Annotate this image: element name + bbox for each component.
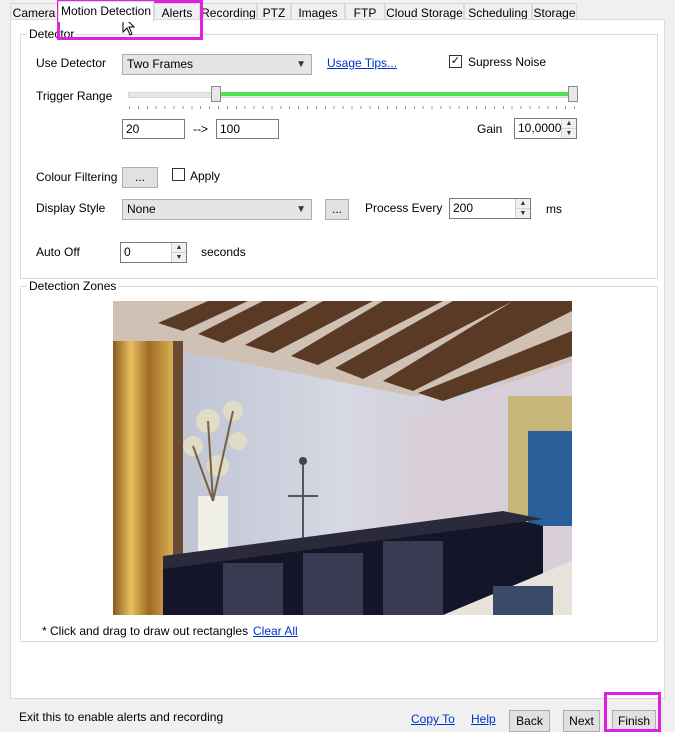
supress-noise-checkbox[interactable]: ✓ [449,55,462,68]
checkmark-icon: ✓ [450,55,461,67]
gain-label: Gain [477,122,503,136]
trigger-range-label: Trigger Range [36,89,113,103]
spin-up-icon[interactable]: ▲ [516,199,530,209]
auto-off-spin-buttons: ▲ ▼ [171,243,186,262]
trigger-low-handle[interactable] [211,86,221,102]
seconds-label: seconds [201,245,246,259]
chevron-down-icon: ▼ [296,59,306,70]
back-button[interactable]: Back [509,710,550,732]
detection-zones-group: Detection Zones * Click and drag to draw… [20,279,658,642]
spin-down-icon[interactable]: ▼ [172,253,186,262]
camera-preview-image [113,301,572,615]
auto-off-label: Auto Off [36,245,80,259]
status-message: Exit this to enable alerts and recording [19,710,224,724]
slider-ticks [129,106,575,109]
tab-panel: Detector Use Detector Two Frames ▼ Usage… [10,19,665,699]
process-every-stepper[interactable]: 200 ▲ ▼ [449,198,531,219]
trigger-high-input[interactable]: 100 [216,119,279,139]
use-detector-select[interactable]: Two Frames ▼ [122,54,312,75]
process-every-label: Process Every [365,201,443,215]
copy-to-link[interactable]: Copy To [411,712,455,726]
spin-up-icon[interactable]: ▲ [562,119,576,129]
clear-all-link[interactable]: Clear All [253,624,298,638]
ms-label: ms [546,202,562,216]
supress-noise-label: Supress Noise [468,55,547,69]
camera-preview[interactable] [113,301,572,615]
auto-off-value: 0 [124,245,131,259]
finish-button[interactable]: Finish [612,710,656,732]
trigger-low-input[interactable]: 20 [122,119,185,139]
display-style-options-button[interactable]: ... [325,199,349,220]
use-detector-value: Two Frames [127,57,194,71]
auto-off-stepper[interactable]: 0 ▲ ▼ [120,242,187,263]
usage-tips-link[interactable]: Usage Tips... [327,56,397,70]
help-link[interactable]: Help [471,712,496,726]
spin-down-icon[interactable]: ▼ [562,129,576,138]
next-button[interactable]: Next [563,710,600,732]
gain-spin-buttons: ▲ ▼ [561,119,576,138]
chevron-down-icon: ▼ [296,204,306,215]
detection-zones-title: Detection Zones [27,279,119,293]
display-style-label: Display Style [36,201,106,215]
process-every-value: 200 [453,201,474,215]
trigger-high-handle[interactable] [568,86,578,102]
detector-group-title: Detector [27,27,77,41]
spin-up-icon[interactable]: ▲ [172,243,186,253]
use-detector-label: Use Detector [36,56,107,70]
tab-motion-detection[interactable]: Motion Detection [58,1,154,22]
gain-stepper[interactable]: 10,00000 ▲ ▼ [514,118,577,139]
apply-label: Apply [190,169,221,183]
range-arrow-label: --> [193,122,208,136]
apply-checkbox[interactable] [172,168,185,181]
spin-down-icon[interactable]: ▼ [516,209,530,218]
colour-filtering-label: Colour Filtering [36,170,118,184]
detector-group: Detector Use Detector Two Frames ▼ Usage… [20,27,658,279]
detection-zones-hint: * Click and drag to draw out rectangles [42,624,249,638]
colour-filtering-button[interactable]: ... [122,167,158,188]
display-style-value: None [127,202,156,216]
process-every-spin-buttons: ▲ ▼ [515,199,530,218]
trigger-range-fill [220,92,572,96]
gain-value: 10,00000 [518,121,562,135]
display-style-select[interactable]: None ▼ [122,199,312,220]
